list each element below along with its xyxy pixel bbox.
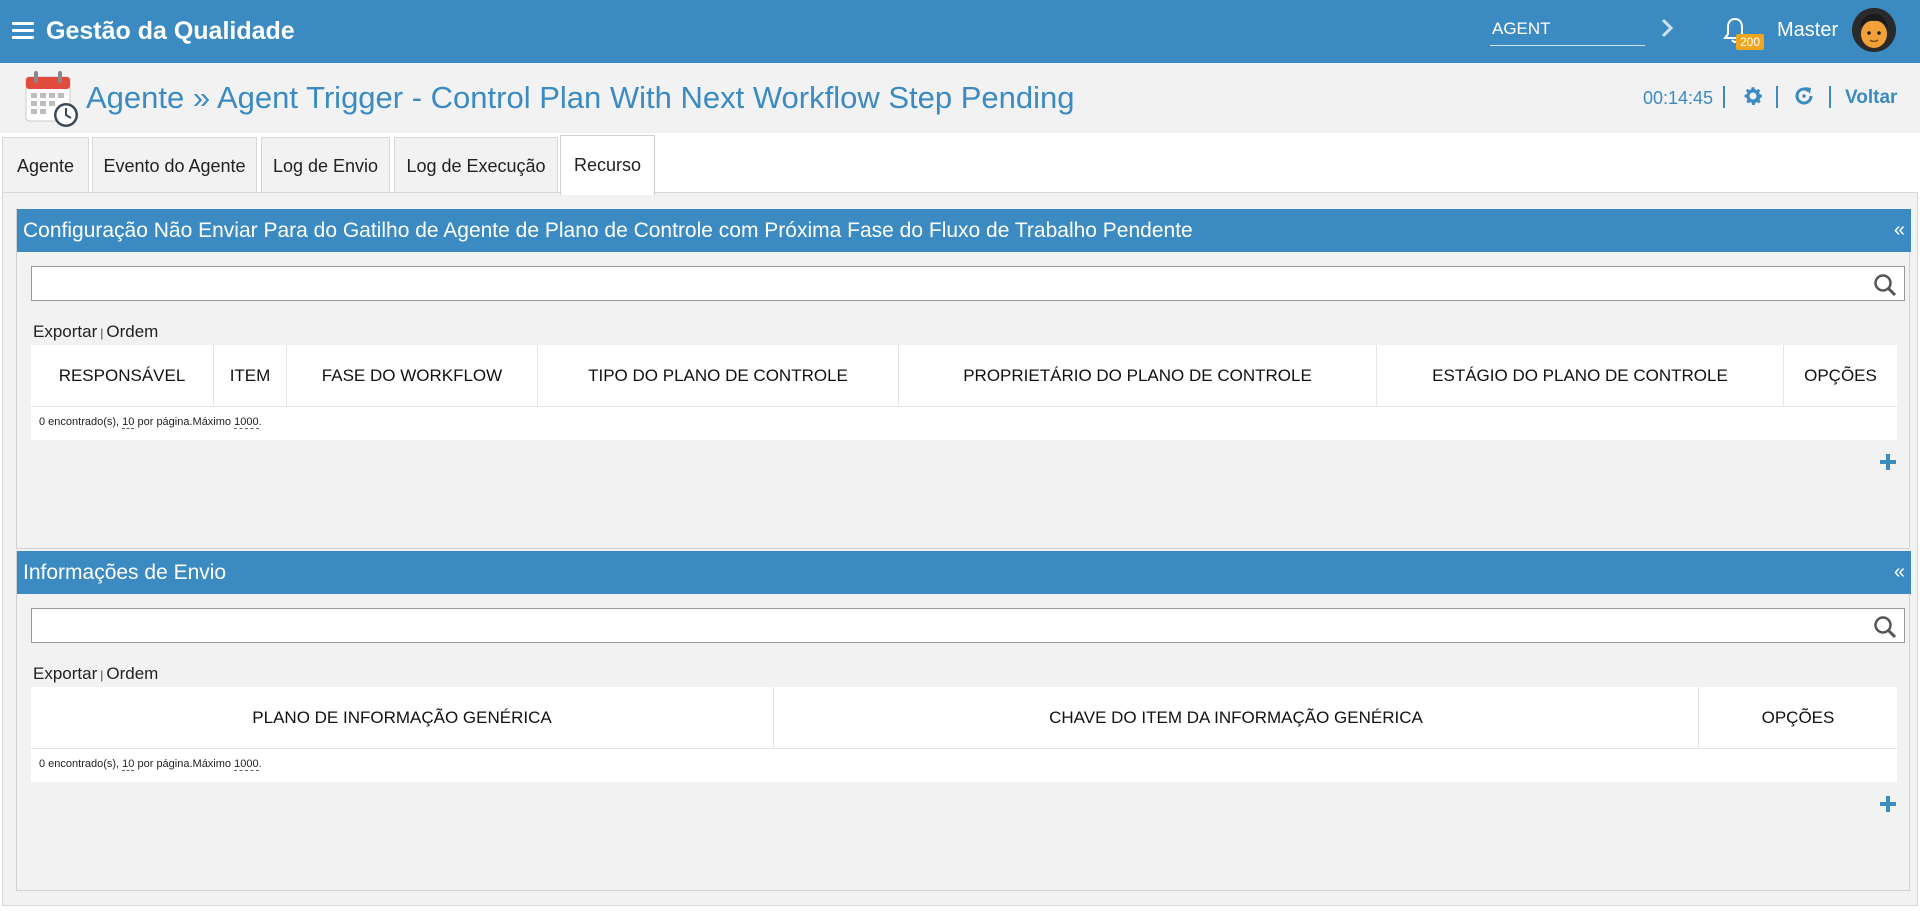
export-link[interactable]: Exportar: [33, 664, 97, 683]
agent-search-input[interactable]: [1490, 13, 1645, 46]
avatar[interactable]: [1852, 8, 1896, 52]
chevron-right-icon[interactable]: [1660, 17, 1674, 39]
per-page-text: por página.Máximo: [137, 758, 232, 770]
grid-header: RESPONSÁVEL ITEM FASE DO WORKFLOW TIPO D…: [31, 345, 1897, 407]
divider: |: [100, 668, 104, 682]
divider: [1776, 86, 1778, 108]
column-header[interactable]: OPÇÕES: [1784, 345, 1897, 407]
page-header: Agente » Agent Trigger - Control Plan Wi…: [0, 63, 1920, 133]
tab-agente[interactable]: Agente: [2, 137, 89, 194]
column-header[interactable]: CHAVE DO ITEM DA INFORMAÇÃO GENÉRICA: [774, 687, 1699, 749]
max-link[interactable]: 1000: [234, 758, 259, 771]
back-link[interactable]: Voltar: [1845, 87, 1897, 109]
column-header[interactable]: FASE DO WORKFLOW: [287, 345, 538, 407]
menu-icon[interactable]: [12, 22, 34, 40]
order-link[interactable]: Ordem: [106, 322, 158, 341]
search-input[interactable]: [31, 266, 1905, 301]
tab-log-de-envio[interactable]: Log de Envio: [261, 137, 390, 194]
order-link[interactable]: Ordem: [106, 664, 158, 683]
data-grid: PLANO DE INFORMAÇÃO GENÉRICA CHAVE DO IT…: [31, 687, 1897, 782]
footer-end: .: [258, 758, 262, 770]
data-grid: RESPONSÁVEL ITEM FASE DO WORKFLOW TIPO D…: [31, 345, 1897, 440]
column-header[interactable]: ESTÁGIO DO PLANO DE CONTROLE: [1377, 345, 1784, 407]
section-title: Informações de Envio: [23, 561, 227, 584]
per-page-link[interactable]: 10: [122, 416, 135, 429]
grid-header: PLANO DE INFORMAÇÃO GENÉRICA CHAVE DO IT…: [31, 687, 1897, 749]
notification-badge: 200: [1736, 34, 1765, 50]
grid-actions: Exportar | Ordem: [33, 322, 158, 342]
max-link[interactable]: 1000: [234, 416, 259, 429]
section-send-info: Informações de Envio « Exportar | Ordem PL…: [16, 551, 1911, 891]
refresh-icon[interactable]: [1792, 84, 1816, 108]
per-page-text: por página.Máximo: [137, 416, 232, 428]
search-icon[interactable]: [1872, 614, 1898, 640]
column-header[interactable]: TIPO DO PLANO DE CONTROLE: [538, 345, 899, 407]
page-title: Agente » Agent Trigger - Control Plan Wi…: [86, 80, 1075, 115]
divider: |: [100, 326, 104, 340]
collapse-icon[interactable]: «: [1894, 209, 1905, 252]
section-do-not-send: Configuração Não Enviar Para do Gatilho …: [16, 209, 1911, 549]
tab-recurso[interactable]: Recurso: [560, 135, 655, 195]
search-icon[interactable]: [1872, 272, 1898, 298]
collapse-icon[interactable]: «: [1894, 551, 1905, 594]
section-header: Configuração Não Enviar Para do Gatilho …: [17, 209, 1911, 252]
tab-log-de-execucao[interactable]: Log de Execução: [394, 137, 558, 194]
search-input[interactable]: [31, 608, 1905, 643]
user-name[interactable]: Master: [1777, 19, 1838, 42]
found-count: 0 encontrado(s),: [39, 416, 120, 428]
add-icon[interactable]: [1877, 451, 1899, 473]
top-bar: Gestão da Qualidade 200 Master: [0, 0, 1920, 63]
gear-icon[interactable]: [1741, 84, 1765, 108]
tab-bar: Agente Evento do Agente Log de Envio Log…: [0, 133, 1920, 195]
grid-footer: 0 encontrado(s), 10 por página.Máximo 10…: [31, 407, 1897, 440]
column-header[interactable]: OPÇÕES: [1699, 687, 1897, 749]
session-timer: 00:14:45: [1643, 88, 1714, 108]
column-header[interactable]: PROPRIETÁRIO DO PLANO DE CONTROLE: [899, 345, 1377, 407]
export-link[interactable]: Exportar: [33, 322, 97, 341]
grid-footer: 0 encontrado(s), 10 por página.Máximo 10…: [31, 749, 1897, 782]
column-header[interactable]: PLANO DE INFORMAÇÃO GENÉRICA: [31, 687, 774, 749]
section-title: Configuração Não Enviar Para do Gatilho …: [23, 219, 1193, 242]
app-title: Gestão da Qualidade: [46, 17, 295, 45]
divider: [1829, 86, 1831, 108]
column-header[interactable]: ITEM: [214, 345, 287, 407]
divider: [1723, 86, 1725, 108]
per-page-link[interactable]: 10: [122, 758, 135, 771]
calendar-clock-icon: [25, 71, 78, 127]
found-count: 0 encontrado(s),: [39, 758, 120, 770]
column-header[interactable]: RESPONSÁVEL: [31, 345, 214, 407]
avatar-icon: [1852, 8, 1896, 52]
footer-end: .: [258, 416, 262, 428]
grid-actions: Exportar | Ordem: [33, 664, 158, 684]
tab-evento-do-agente[interactable]: Evento do Agente: [92, 137, 257, 194]
section-header: Informações de Envio «: [17, 551, 1911, 594]
add-icon[interactable]: [1877, 793, 1899, 815]
main-panel: Configuração Não Enviar Para do Gatilho …: [2, 192, 1918, 906]
